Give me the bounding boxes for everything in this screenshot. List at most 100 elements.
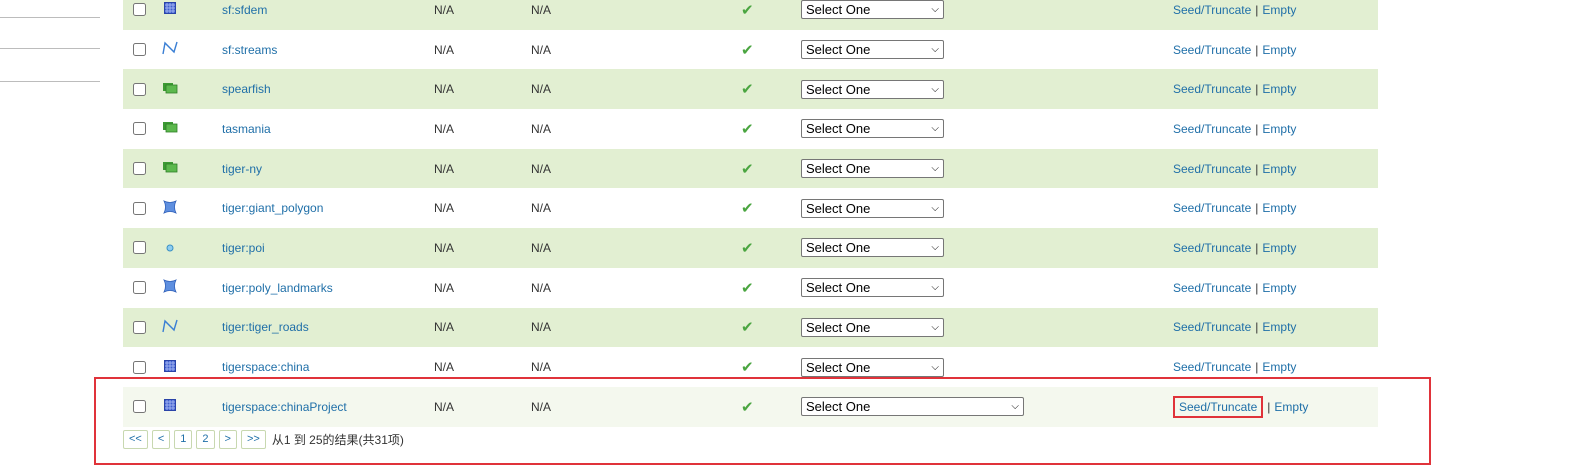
pager-last-button[interactable]: >> — [240, 430, 266, 449]
empty-link[interactable]: Empty — [1262, 82, 1296, 96]
enabled-check-icon: ✔ — [741, 41, 754, 59]
row-checkbox[interactable] — [133, 281, 146, 295]
select-value: Select One — [806, 200, 871, 216]
chevron-down-icon: ⌵ — [931, 83, 939, 95]
disk-usage-value: N/A — [531, 360, 552, 375]
enabled-check-icon: ✔ — [741, 200, 754, 218]
layer-name-link[interactable]: tiger-ny — [222, 162, 262, 176]
disk-usage-value: N/A — [531, 240, 552, 255]
row-checkbox[interactable] — [133, 162, 146, 176]
tile-size-value: N/A — [434, 360, 455, 375]
tile-size-value: N/A — [434, 161, 455, 176]
polygon-icon — [163, 199, 177, 217]
layer-name-link[interactable]: spearfish — [222, 82, 271, 96]
empty-link[interactable]: Empty — [1262, 360, 1296, 374]
row-checkbox[interactable] — [133, 43, 146, 57]
chevron-down-icon: ⌵ — [931, 242, 939, 254]
empty-link[interactable]: Empty — [1262, 281, 1296, 295]
layergroup-icon — [162, 82, 178, 97]
select-value: Select One — [806, 42, 871, 58]
gridset-select[interactable]: Select One ⌵ — [801, 40, 944, 60]
seed-truncate-link[interactable]: Seed/Truncate — [1173, 3, 1251, 17]
layer-name-link[interactable]: tiger:tiger_roads — [222, 320, 309, 334]
disk-usage-value: N/A — [531, 161, 552, 176]
empty-link[interactable]: Empty — [1262, 241, 1296, 255]
table-row: sf:sfdem N/A N/A ✔ Select One ⌵ Seed/Truncate |… — [123, 0, 1378, 30]
tile-size-value: N/A — [434, 320, 455, 335]
seed-truncate-link[interactable]: Seed/Truncate — [1173, 43, 1251, 57]
empty-link[interactable]: Empty — [1262, 43, 1296, 57]
seed-truncate-link[interactable]: Seed/Truncate — [1173, 281, 1251, 295]
pager-page-1[interactable]: 1 — [174, 430, 193, 449]
disk-usage-value: N/A — [531, 42, 552, 57]
gridset-select[interactable]: Select One ⌵ — [801, 317, 944, 337]
empty-link[interactable]: Empty — [1262, 162, 1296, 176]
empty-link[interactable]: Empty — [1262, 3, 1296, 17]
gridset-select[interactable]: Select One ⌵ — [801, 0, 944, 20]
tile-layers-table: sf:sfdem N/A N/A ✔ Select One ⌵ Seed/Truncate |… — [123, 0, 1378, 427]
gridset-select[interactable]: Select One ⌵ — [801, 119, 944, 139]
raster-icon — [164, 359, 176, 375]
empty-link[interactable]: Empty — [1262, 122, 1296, 136]
layer-name-link[interactable]: sf:streams — [222, 43, 277, 57]
disk-usage-value: N/A — [531, 320, 552, 335]
chevron-down-icon: ⌵ — [931, 282, 939, 294]
pager-prev-button[interactable]: < — [151, 430, 171, 449]
seed-truncate-link[interactable]: Seed/Truncate — [1173, 122, 1251, 136]
disk-usage-value: N/A — [531, 2, 552, 17]
row-checkbox[interactable] — [133, 82, 146, 96]
action-separator: | — [1255, 121, 1259, 136]
layer-name-link[interactable]: tasmania — [222, 122, 271, 136]
gridset-select[interactable]: Select One ⌵ — [801, 238, 944, 258]
tile-size-value: N/A — [434, 121, 455, 136]
seed-truncate-link[interactable]: Seed/Truncate — [1173, 360, 1251, 374]
layer-name-link[interactable]: tiger:poly_landmarks — [222, 281, 333, 295]
gridset-select[interactable]: Select One ⌵ — [801, 159, 944, 179]
action-separator: | — [1255, 82, 1259, 97]
layer-name-link[interactable]: sf:sfdem — [222, 3, 267, 17]
seed-truncate-link[interactable]: Seed/Truncate — [1173, 162, 1251, 176]
enabled-check-icon: ✔ — [741, 239, 754, 257]
tile-size-value: N/A — [434, 280, 455, 295]
pagination: << < 1 2 > >> 从1 到 25的结果(共31项) — [123, 430, 404, 449]
empty-link[interactable]: Empty — [1262, 320, 1296, 334]
layer-name-link[interactable]: tigerspace:china — [222, 360, 309, 374]
enabled-check-icon: ✔ — [741, 120, 754, 138]
gridset-select[interactable]: Select One ⌵ — [801, 357, 944, 377]
empty-link[interactable]: Empty — [1262, 201, 1296, 215]
disk-usage-value: N/A — [531, 201, 552, 216]
line-icon — [162, 319, 178, 336]
row-checkbox[interactable] — [133, 241, 146, 255]
row-checkbox[interactable] — [133, 320, 146, 334]
table-row: tiger-ny N/A N/A ✔ Select One ⌵ Seed/Truncate |… — [123, 148, 1378, 189]
gridset-select[interactable]: Select One ⌵ — [801, 198, 944, 218]
point-icon — [166, 241, 174, 255]
table-row: sf:streams N/A N/A ✔ Select One ⌵ Seed/Truncat… — [123, 29, 1378, 70]
polygon-icon — [163, 279, 177, 296]
action-separator: | — [1255, 280, 1259, 295]
action-separator: | — [1255, 2, 1259, 17]
disk-usage-value: N/A — [531, 82, 552, 97]
select-value: Select One — [806, 359, 871, 375]
select-value: Select One — [806, 81, 871, 97]
gridset-select[interactable]: Select One ⌵ — [801, 278, 944, 298]
layer-name-link[interactable]: tiger:giant_polygon — [222, 201, 323, 215]
row-checkbox[interactable] — [133, 122, 146, 136]
tile-size-value: N/A — [434, 42, 455, 57]
layer-name-link[interactable]: tiger:poi — [222, 241, 265, 255]
gridset-select[interactable]: Select One ⌵ — [801, 79, 944, 99]
seed-truncate-link[interactable]: Seed/Truncate — [1173, 201, 1251, 215]
chevron-down-icon: ⌵ — [931, 321, 939, 333]
action-separator: | — [1255, 201, 1259, 216]
seed-truncate-link[interactable]: Seed/Truncate — [1173, 82, 1251, 96]
row-checkbox[interactable] — [133, 3, 146, 17]
pager-info: 从1 到 25的结果(共31项) — [271, 433, 404, 447]
pager-page-2[interactable]: 2 — [196, 430, 215, 449]
enabled-check-icon: ✔ — [741, 1, 754, 19]
row-checkbox[interactable] — [133, 201, 146, 215]
pager-first-button[interactable]: << — [123, 430, 148, 449]
seed-truncate-link[interactable]: Seed/Truncate — [1173, 320, 1251, 334]
pager-next-button[interactable]: > — [218, 430, 237, 449]
seed-truncate-link[interactable]: Seed/Truncate — [1173, 241, 1251, 255]
row-checkbox[interactable] — [133, 360, 146, 374]
